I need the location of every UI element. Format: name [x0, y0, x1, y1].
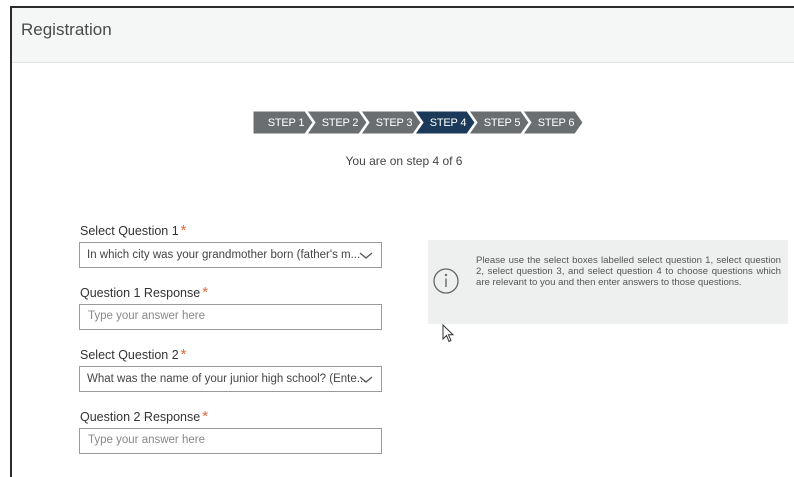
info-text: Please use the select boxes labelled sel… — [476, 255, 781, 288]
select-question-1-value: In which city was your grandmother born … — [87, 249, 361, 261]
required-marker: * — [202, 408, 209, 425]
select-question-1-label: Select Question 1 * — [80, 222, 187, 239]
step-3: STEP 3 — [361, 111, 421, 134]
progress-stepper: STEP 1 STEP 2 STEP 3 STEP 4 STEP 5 STEP … — [253, 111, 583, 134]
step-1: STEP 1 — [253, 111, 313, 134]
question-1-response-field[interactable] — [79, 304, 382, 330]
chevron-down-icon — [359, 375, 373, 387]
question-1-response-label: Question 1 Response * — [80, 284, 209, 301]
select-question-2-label: Select Question 2 * — [80, 346, 187, 363]
question-2-response-input[interactable] — [88, 434, 368, 446]
page-title: Registration — [21, 20, 112, 39]
step-status-text: You are on step 4 of 6 — [345, 154, 463, 168]
question-2-response-field[interactable] — [79, 428, 382, 454]
step-2: STEP 2 — [307, 111, 367, 134]
step-6: STEP 6 — [523, 111, 583, 134]
required-marker: * — [180, 222, 187, 239]
info-panel: Please use the select boxes labelled sel… — [428, 240, 788, 324]
required-marker: * — [202, 284, 209, 301]
select-question-2-value: What was the name of your junior high sc… — [87, 373, 367, 385]
mouse-pointer-icon — [442, 323, 456, 349]
chevron-down-icon — [359, 251, 373, 263]
page-header: Registration — [12, 8, 794, 63]
question-2-response-label: Question 2 Response * — [80, 408, 209, 425]
registration-window: Registration STEP 1 STEP 2 STEP 3 STEP 4… — [10, 6, 794, 477]
info-circle-icon — [431, 266, 461, 301]
step-4-current: STEP 4 — [415, 111, 475, 134]
required-marker: * — [180, 346, 187, 363]
select-question-1-dropdown[interactable]: In which city was your grandmother born … — [79, 242, 382, 268]
select-question-2-dropdown[interactable]: What was the name of your junior high sc… — [79, 366, 382, 392]
question-1-response-input[interactable] — [88, 310, 368, 322]
step-5: STEP 5 — [469, 111, 529, 134]
